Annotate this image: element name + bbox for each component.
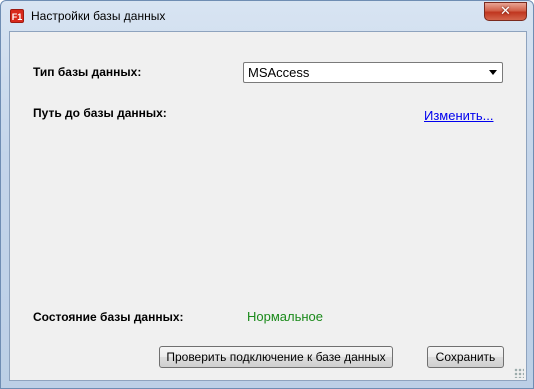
window-title: Настройки базы данных bbox=[31, 9, 166, 23]
app-icon: F1 bbox=[10, 9, 24, 23]
chevron-down-icon bbox=[489, 70, 497, 75]
save-button[interactable]: Сохранить bbox=[427, 346, 504, 368]
title-bar[interactable]: F1 Настройки базы данных ✕ bbox=[1, 1, 533, 31]
db-type-value: MSAccess bbox=[248, 65, 310, 80]
change-path-link[interactable]: Изменить... bbox=[424, 108, 493, 123]
check-connection-button[interactable]: Проверить подключение к базе данных bbox=[159, 346, 393, 368]
status-label: Состояние базы данных: bbox=[33, 310, 184, 324]
db-type-label: Тип базы данных: bbox=[33, 65, 142, 79]
resize-grip-icon[interactable] bbox=[514, 368, 524, 378]
close-button[interactable]: ✕ bbox=[484, 2, 527, 21]
settings-window: F1 Настройки базы данных ✕ Тип базы данн… bbox=[0, 0, 534, 389]
status-value: Нормальное bbox=[247, 309, 324, 324]
db-type-select[interactable]: MSAccess bbox=[243, 62, 503, 83]
db-path-label: Путь до базы данных: bbox=[33, 106, 167, 120]
dialog-body: Тип базы данных: MSAccess Путь до базы д… bbox=[9, 31, 527, 381]
